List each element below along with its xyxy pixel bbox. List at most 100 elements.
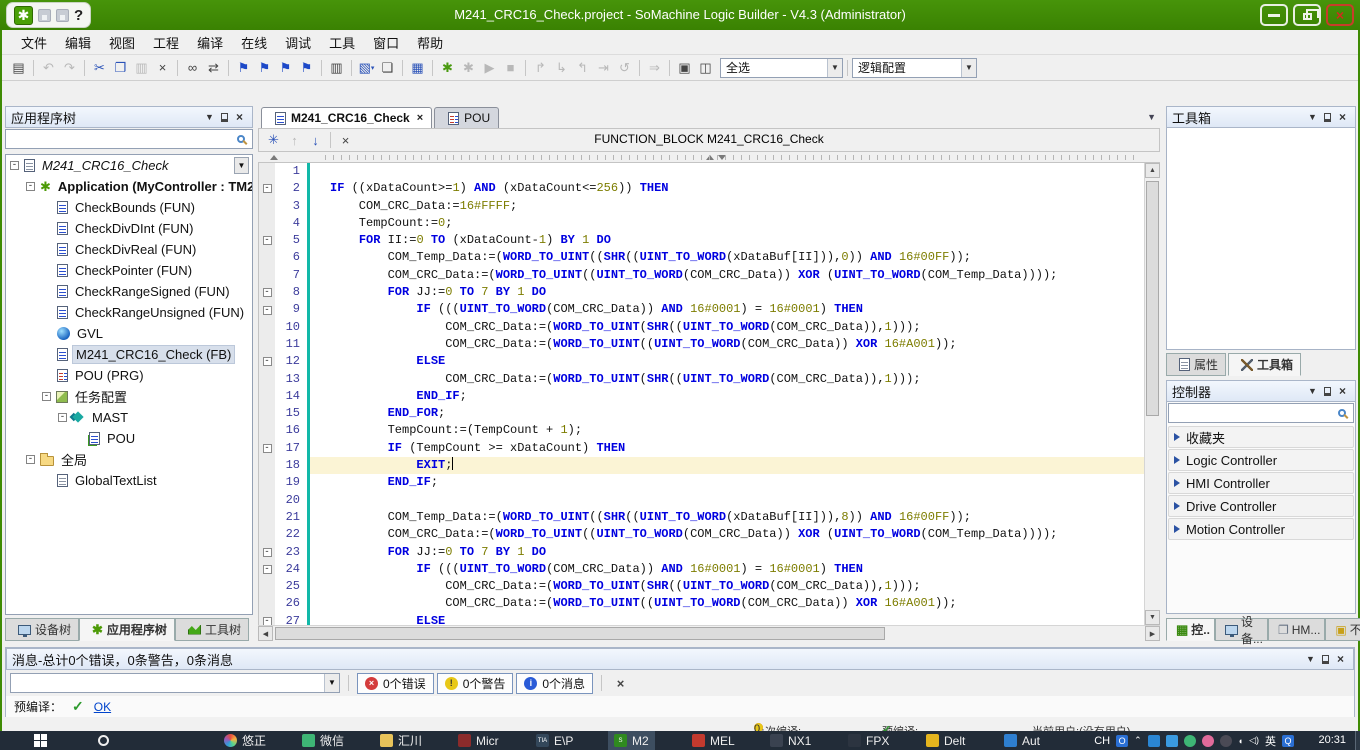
expand-arrow-icon[interactable] xyxy=(1174,502,1180,510)
logout-icon[interactable]: ✱ xyxy=(458,58,479,78)
code-line-18[interactable]: 18 EXIT; xyxy=(259,457,1144,474)
tray-app2-icon[interactable] xyxy=(1166,735,1178,747)
taskbar-autodesk[interactable]: Aut xyxy=(998,731,1046,750)
code-line-26[interactable]: 26 COM_CRC_Data:=(WORD_TO_UINT((UINT_TO_… xyxy=(259,595,1144,612)
fold-collapse-icon[interactable]: - xyxy=(263,444,272,453)
scroll-left-icon[interactable]: ◀ xyxy=(258,626,273,641)
show-desktop-button[interactable] xyxy=(1355,731,1360,750)
menu-item-10[interactable]: 帮助 xyxy=(408,31,452,54)
code-line-25[interactable]: 25 COM_CRC_Data:=(WORD_TO_UINT(SHR((UINT… xyxy=(259,578,1144,595)
tab-misc[interactable]: ▣不 xyxy=(1325,618,1360,641)
clear-messages-icon[interactable]: × xyxy=(610,673,631,693)
tree-item[interactable]: CheckDivReal (FUN) xyxy=(6,239,252,260)
editor-tab-pou[interactable]: POU xyxy=(434,107,499,128)
code-line-3[interactable]: 3 COM_CRC_Data:=16#FFFF; xyxy=(259,198,1144,215)
menu-item-6[interactable]: 在线 xyxy=(232,31,276,54)
code-line-1[interactable]: 1 xyxy=(259,163,1144,180)
tab-toolbox[interactable]: 工具箱 xyxy=(1228,353,1301,376)
code-line-13[interactable]: 13 COM_CRC_Data:=(WORD_TO_UINT(SHR((UINT… xyxy=(259,371,1144,388)
tree-item[interactable]: CheckPointer (FUN) xyxy=(6,260,252,281)
tree-item[interactable]: -M241_CRC16_Check▼ xyxy=(6,155,252,176)
run-to-cursor-icon[interactable]: ⇥ xyxy=(593,58,614,78)
close-icon[interactable]: × xyxy=(232,110,247,125)
tree-item[interactable]: CheckRangeSigned (FUN) xyxy=(6,281,252,302)
tray-qq-pink-icon[interactable] xyxy=(1202,735,1214,747)
export-icon[interactable]: ❏ xyxy=(377,58,398,78)
code-line-6[interactable]: 6 COM_Temp_Data:=(WORD_TO_UINT((SHR((UIN… xyxy=(259,249,1144,266)
code-line-24[interactable]: -24 IF (((UINT_TO_WORD(COM_CRC_Data)) AN… xyxy=(259,561,1144,578)
taskbar-wechat[interactable]: 微信 xyxy=(296,731,350,750)
code-area[interactable]: 1-2IF ((xDataCount>=1) AND (xDataCount<=… xyxy=(258,163,1144,625)
paste-special-icon[interactable]: ▥ xyxy=(326,58,347,78)
expand-arrow-icon[interactable] xyxy=(1174,433,1180,441)
scroll-down-icon[interactable]: ▼ xyxy=(1145,610,1160,625)
search-icon[interactable] xyxy=(237,135,245,143)
search-icon[interactable] xyxy=(1338,409,1346,417)
scope-combobox[interactable]: 全选▼ xyxy=(720,58,843,78)
pin-icon[interactable] xyxy=(1320,110,1335,125)
tab-list-dropdown-icon[interactable]: ▼ xyxy=(1147,112,1156,122)
chevron-down-icon[interactable]: ▼ xyxy=(961,59,976,77)
restore-button[interactable] xyxy=(1293,4,1321,26)
flow-control-icon[interactable]: ⇒ xyxy=(644,58,665,78)
start-button[interactable] xyxy=(28,731,53,750)
menu-item-1[interactable]: 文件 xyxy=(12,31,56,54)
bookmark-next-icon[interactable]: ⚑ xyxy=(254,58,275,78)
tree-item[interactable]: CheckBounds (FUN) xyxy=(6,197,252,218)
tree-item[interactable]: M241_CRC16_Check (FB) xyxy=(6,344,252,365)
bookmark-toggle-icon[interactable]: ⚑ xyxy=(233,58,254,78)
device-check-icon[interactable]: ◫ xyxy=(695,58,716,78)
menu-item-8[interactable]: 工具 xyxy=(320,31,364,54)
fold-collapse-icon[interactable]: - xyxy=(263,288,272,297)
code-line-14[interactable]: 14 END_IF; xyxy=(259,388,1144,405)
code-line-27[interactable]: -27 ELSE xyxy=(259,613,1144,625)
tray-language-lang[interactable]: 英 xyxy=(1265,733,1276,749)
code-line-21[interactable]: 21 COM_Temp_Data:=(WORD_TO_UINT((SHR((UI… xyxy=(259,509,1144,526)
tree-item[interactable]: -MAST xyxy=(6,407,252,428)
tree-expander-icon[interactable]: - xyxy=(26,182,35,191)
tree-expander-icon[interactable]: - xyxy=(58,413,67,422)
tree-item[interactable]: GVL xyxy=(6,323,252,344)
filter-warning-button[interactable]: !0个警告 xyxy=(437,673,514,694)
fold-collapse-icon[interactable]: - xyxy=(263,306,272,315)
move-down-icon[interactable]: ↓ xyxy=(305,130,326,150)
build-icon[interactable]: ▦ xyxy=(407,58,428,78)
volume-icon[interactable]: ◁) xyxy=(1249,735,1259,746)
login-icon[interactable]: ✱ xyxy=(437,58,458,78)
vertical-scrollbar[interactable]: ▲ ▼ xyxy=(1144,163,1160,625)
expand-arrow-icon[interactable] xyxy=(1174,525,1180,533)
taskbar-fpx[interactable]: FPX xyxy=(842,731,895,750)
code-line-20[interactable]: 20 xyxy=(259,492,1144,509)
tab-device-tree[interactable]: 设备树 xyxy=(5,618,79,641)
tab-controller[interactable]: ▦控.. xyxy=(1166,618,1215,641)
minimize-button[interactable] xyxy=(1260,4,1288,26)
redo-icon[interactable]: ↷ xyxy=(59,58,80,78)
code-line-11[interactable]: 11 COM_CRC_Data:=(WORD_TO_UINT((UINT_TO_… xyxy=(259,336,1144,353)
tree-item[interactable]: POU xyxy=(6,428,252,449)
horizontal-scrollbar[interactable]: ◀ ▶ xyxy=(258,625,1160,641)
code-line-15[interactable]: 15 END_FOR; xyxy=(259,405,1144,422)
tree-item[interactable]: -✱Application (MyController : TM24 xyxy=(6,176,252,197)
tab-hmi[interactable]: ❐HM... xyxy=(1268,618,1325,641)
fold-collapse-icon[interactable]: - xyxy=(263,548,272,557)
print-icon[interactable]: ▤ xyxy=(8,58,29,78)
chevron-down-icon[interactable]: ▼ xyxy=(324,674,339,692)
taskbar-clock[interactable]: 20:31 xyxy=(1318,734,1346,746)
taskbar-tia-portal[interactable]: TIAE\P xyxy=(530,731,579,750)
move-up-icon[interactable]: ↑ xyxy=(284,130,305,150)
taskbar-folder-huichuan[interactable]: 汇川 xyxy=(374,731,428,750)
filter-error-button[interactable]: ×0个错误 xyxy=(357,673,434,694)
panel-menu-icon[interactable]: ▼ xyxy=(202,110,217,125)
code-line-5[interactable]: -5 FOR II:=0 TO (xDataCount-1) BY 1 DO xyxy=(259,232,1144,249)
tree-expander-icon[interactable]: - xyxy=(10,161,19,170)
precompile-ok-link[interactable]: OK xyxy=(94,700,111,714)
menu-item-5[interactable]: 编译 xyxy=(188,31,232,54)
network-icon[interactable]: ◖ xyxy=(1238,736,1243,746)
tree-expander-icon[interactable]: - xyxy=(42,392,51,401)
replace-icon[interactable]: ⇄ xyxy=(203,58,224,78)
declaration-collapse-handle[interactable] xyxy=(270,155,278,160)
code-line-22[interactable]: 22 COM_CRC_Data:=(WORD_TO_UINT((UINT_TO_… xyxy=(259,526,1144,543)
controller-group-4[interactable]: Drive Controller xyxy=(1168,495,1354,517)
remote-graphics-icon[interactable]: ▣ xyxy=(674,58,695,78)
tree-dropdown-icon[interactable]: ▼ xyxy=(234,157,249,174)
